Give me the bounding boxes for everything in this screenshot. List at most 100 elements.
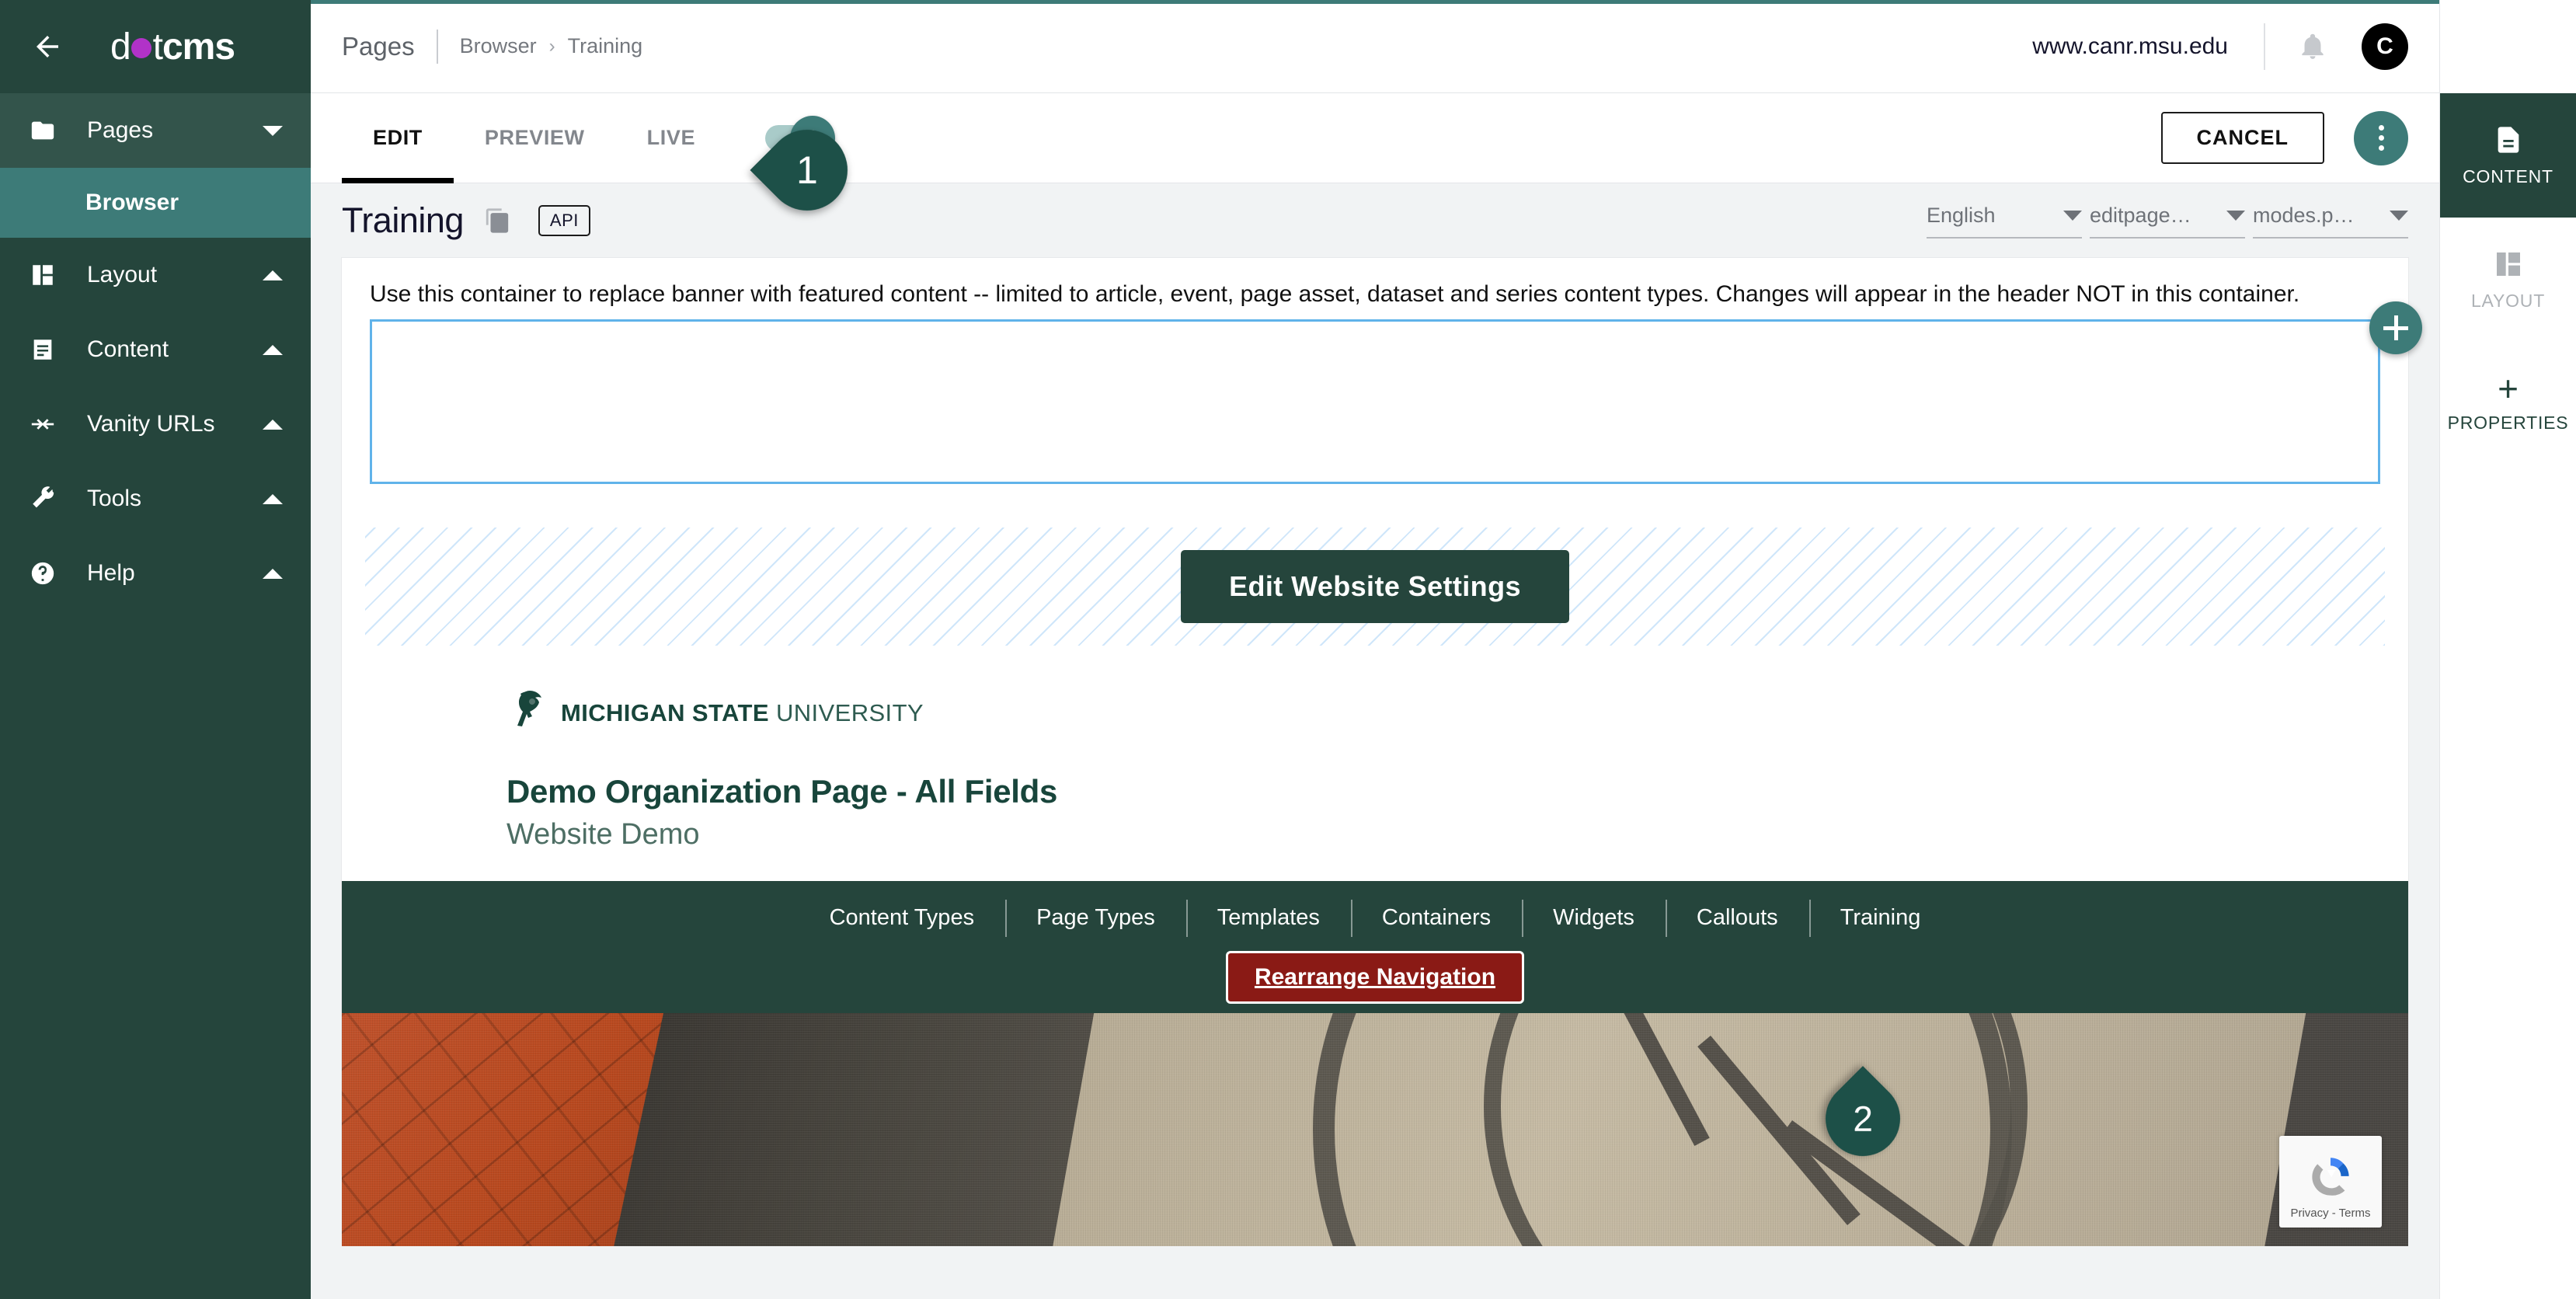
org-title: Demo Organization Page - All Fields — [506, 772, 1058, 810]
michigan-state-spartan-icon — [506, 689, 548, 737]
site-url-label[interactable]: www.canr.msu.edu — [2032, 33, 2228, 60]
breadcrumb-parent[interactable]: Browser — [460, 34, 537, 58]
notification-bell-icon[interactable] — [2292, 26, 2334, 68]
recaptcha-badge[interactable]: Privacy - Terms — [2279, 1135, 2382, 1228]
sidebar-item-help[interactable]: Help — [0, 536, 311, 611]
site-nav-item-training[interactable]: Training — [1809, 905, 1952, 931]
breadcrumb-current: Training — [567, 34, 643, 57]
sidebar-item-browser[interactable]: Browser — [0, 168, 311, 238]
msu-wordmark-bold: MICHIGAN STATE — [561, 698, 769, 726]
empty-content-container[interactable] — [370, 319, 2380, 484]
chevron-up-icon[interactable] — [263, 270, 283, 280]
page-titlebar: Training API English editpage… modes.p… — [311, 183, 2439, 258]
editor-toolbar: EDIT PREVIEW LIVE CANCEL — [311, 93, 2439, 183]
breadcrumb-divider — [436, 29, 438, 64]
sidebar-header: d t cms — [0, 0, 311, 93]
site-nav-item-containers[interactable]: Containers — [1351, 905, 1522, 931]
chevron-up-icon[interactable] — [263, 344, 283, 355]
back-arrow-icon[interactable] — [26, 26, 68, 68]
question-circle-icon — [30, 560, 67, 587]
wrench-icon — [30, 486, 67, 512]
plus-icon: + — [2498, 367, 2519, 409]
top-header: Pages Browser › Training www.canr.msu.ed… — [311, 0, 2439, 93]
chevron-up-icon[interactable] — [263, 419, 283, 430]
photo-arc — [1484, 1012, 2028, 1246]
callout-number: 2 — [1853, 1099, 1873, 1139]
folder-icon — [30, 117, 67, 144]
main-sidebar: d t cms Pages Browser Layout Content Van… — [0, 0, 311, 1299]
tab-edit[interactable]: EDIT — [342, 93, 454, 183]
recaptcha-icon — [2312, 1157, 2349, 1196]
campus-pavement-photo: Privacy - Terms — [342, 1012, 2408, 1246]
chevron-down-icon — [2226, 210, 2245, 221]
site-nav-item-widgets[interactable]: Widgets — [1522, 905, 1666, 931]
chevron-down-icon[interactable] — [263, 125, 283, 136]
msu-wordmark-light: UNIVERSITY — [775, 698, 924, 726]
rail-item-label: PROPERTIES — [2447, 412, 2569, 433]
breadcrumb-root[interactable]: Pages — [342, 32, 415, 61]
editor-mode-tabs: EDIT PREVIEW LIVE — [342, 93, 726, 183]
cancel-button[interactable]: CANCEL — [2160, 112, 2324, 164]
sidebar-item-label: Browser — [85, 190, 179, 215]
editor-right-rail: CONTENT LAYOUT + PROPERTIES — [2439, 0, 2576, 1299]
kebab-dot — [2378, 135, 2384, 141]
chevron-up-icon[interactable] — [263, 568, 283, 579]
more-vertical-icon[interactable] — [2354, 110, 2408, 165]
top-accent-bar — [311, 0, 2439, 4]
rail-item-label: LAYOUT — [2470, 290, 2546, 311]
api-badge[interactable]: API — [538, 205, 590, 236]
sidebar-item-layout[interactable]: Layout — [0, 238, 311, 312]
site-nav-item-callouts[interactable]: Callouts — [1666, 905, 1809, 931]
redirect-icon — [30, 411, 67, 437]
edit-website-settings-button[interactable]: Edit Website Settings — [1181, 549, 1569, 623]
device-select-value: modes.p… — [2253, 203, 2355, 227]
device-select[interactable]: modes.p… — [2253, 204, 2408, 239]
persona-select-value: editpage… — [2090, 203, 2191, 227]
layout-icon — [30, 262, 67, 288]
sidebar-item-pages[interactable]: Pages — [0, 93, 311, 168]
chevron-down-icon — [2390, 210, 2408, 221]
rail-item-properties[interactable]: + PROPERTIES — [2440, 342, 2576, 466]
msu-wordmark: MICHIGAN STATE UNIVERSITY — [561, 699, 924, 727]
kebab-dot — [2378, 145, 2384, 151]
sidebar-item-vanity-urls[interactable]: Vanity URLs — [0, 387, 311, 461]
logo-d: d — [110, 26, 131, 68]
site-nav-item-templates[interactable]: Templates — [1186, 905, 1351, 931]
persona-select[interactable]: editpage… — [2090, 204, 2245, 239]
rail-item-label: CONTENT — [2463, 165, 2553, 186]
rail-item-layout[interactable]: LAYOUT — [2440, 218, 2576, 342]
sidebar-item-label: Pages — [87, 117, 154, 143]
sidebar-item-label: Content — [87, 336, 169, 362]
tab-live[interactable]: LIVE — [616, 93, 726, 183]
sidebar-item-label: Vanity URLs — [87, 411, 215, 437]
content-document-icon — [2498, 126, 2519, 153]
language-select[interactable]: English — [1927, 204, 2082, 239]
dotcms-page-editor: d t cms Pages Browser Layout Content Van… — [0, 0, 2576, 1299]
rearrange-navigation-button[interactable]: Rearrange Navigation — [1225, 950, 1525, 1004]
site-navigation-bar: Content Types Page Types Templates Conta… — [342, 880, 2408, 1013]
kebab-dot — [2378, 125, 2384, 131]
add-content-button[interactable] — [2369, 301, 2422, 354]
sidebar-item-tools[interactable]: Tools — [0, 461, 311, 536]
org-subtitle: Website Demo — [506, 817, 700, 851]
tab-preview[interactable]: PREVIEW — [454, 93, 616, 183]
site-nav-item-content-types[interactable]: Content Types — [799, 905, 1005, 931]
site-nav-item-page-types[interactable]: Page Types — [1005, 905, 1186, 931]
msu-logo: MICHIGAN STATE UNIVERSITY — [506, 689, 2408, 737]
layout-grid-icon — [2496, 252, 2520, 276]
copy-icon[interactable] — [484, 207, 512, 235]
sidebar-item-label: Layout — [87, 262, 158, 287]
dot-icon — [131, 38, 151, 58]
recaptcha-label[interactable]: Privacy - Terms — [2290, 1207, 2370, 1220]
toolbar-actions: CANCEL — [2160, 110, 2408, 165]
msu-branding-block: MICHIGAN STATE UNIVERSITY Demo Organizat… — [342, 646, 2408, 851]
sidebar-item-content[interactable]: Content — [0, 312, 311, 387]
rail-item-content[interactable]: CONTENT — [2440, 93, 2576, 218]
sidebar-item-label: Help — [87, 560, 135, 586]
header-actions: www.canr.msu.edu C — [2032, 23, 2408, 70]
page-body: Training API English editpage… modes.p… … — [311, 183, 2439, 1299]
main-content-area: Pages Browser › Training www.canr.msu.ed… — [311, 0, 2439, 1299]
chevron-up-icon[interactable] — [263, 493, 283, 504]
callout-number: 1 — [796, 148, 818, 192]
avatar[interactable]: C — [2362, 23, 2408, 70]
